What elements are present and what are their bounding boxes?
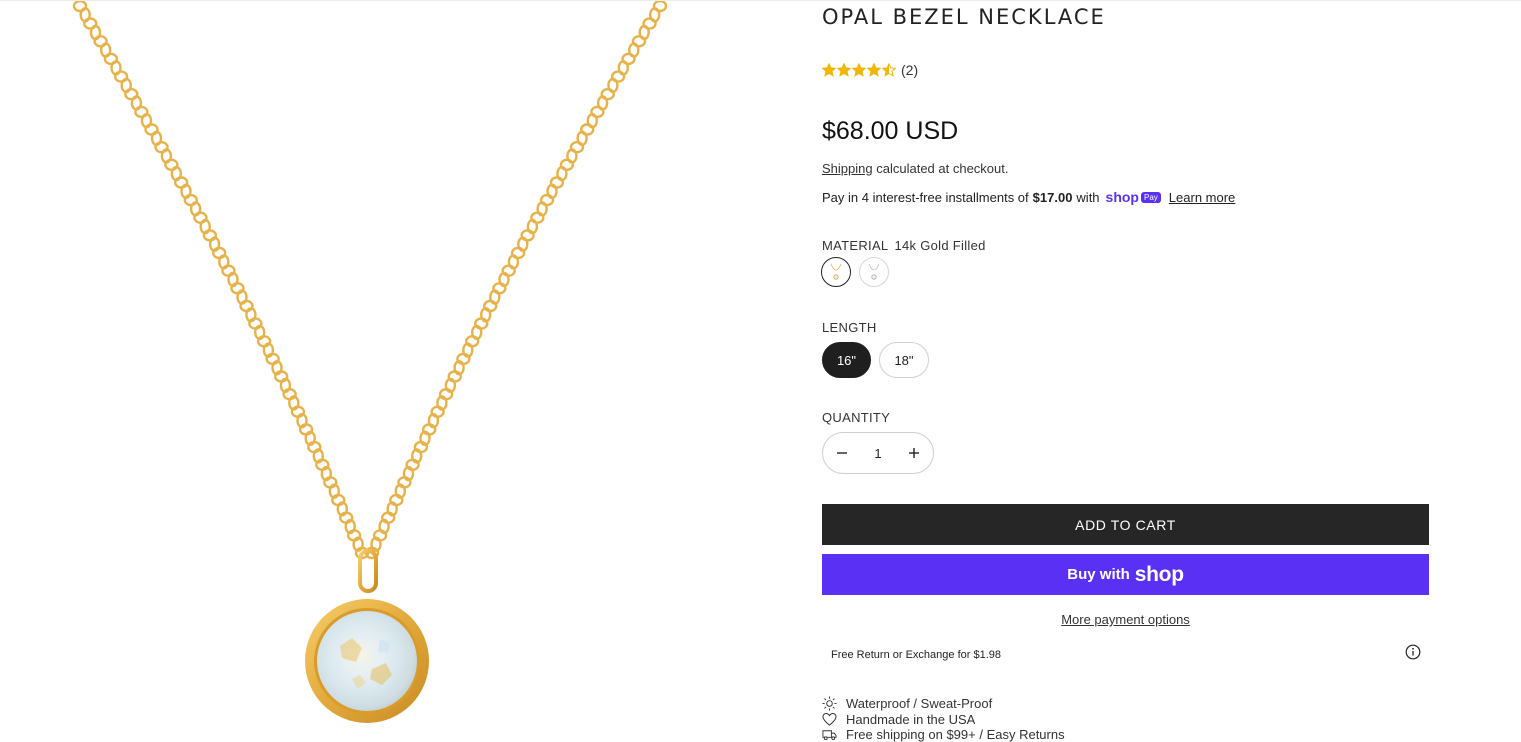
shipping-note: Shipping calculated at checkout.	[822, 161, 1008, 176]
shop-pay-logo: shop	[1105, 189, 1139, 205]
feature-text: Handmade in the USA	[846, 712, 976, 727]
buy-with-label: Buy with	[1067, 566, 1130, 583]
material-label-text: MATERIAL	[822, 238, 889, 253]
minus-icon	[837, 452, 847, 454]
installments-amount: $17.00	[1032, 189, 1073, 205]
pay-badge: Pay	[1141, 191, 1161, 203]
material-selected-value: 14k Gold Filled	[894, 238, 986, 253]
star-full-icon	[867, 63, 881, 77]
quantity-stepper	[822, 432, 934, 474]
star-half-icon	[882, 63, 896, 77]
material-swatch-silver[interactable]	[859, 257, 889, 287]
installments-banner: Pay in 4 interest-free installments of $…	[822, 189, 1235, 205]
feature-waterproof: Waterproof / Sweat-Proof	[822, 696, 992, 711]
silver-necklace-thumb-icon	[868, 263, 880, 280]
truck-icon	[822, 730, 837, 741]
product-image	[0, 1, 780, 738]
shipping-link[interactable]: Shipping	[822, 161, 873, 176]
length-option-16[interactable]: 16"	[822, 342, 871, 378]
heart-icon	[822, 712, 837, 726]
material-swatch-gold[interactable]	[821, 257, 851, 287]
star-full-icon	[822, 63, 836, 77]
star-rating	[822, 63, 896, 77]
buy-with-shop-button[interactable]: Buy with shop	[822, 554, 1429, 595]
quantity-decrease-button[interactable]	[823, 433, 861, 473]
return-exchange-note: Free Return or Exchange for $1.98	[831, 649, 1001, 661]
rating[interactable]: (2)	[822, 62, 918, 78]
add-to-cart-button[interactable]: ADD TO CART	[822, 504, 1429, 545]
review-count[interactable]: (2)	[901, 62, 918, 78]
more-payment-options-link[interactable]: More payment options	[822, 612, 1429, 627]
star-full-icon	[852, 63, 866, 77]
shipping-suffix: calculated at checkout.	[876, 161, 1009, 176]
necklace-image	[72, 1, 668, 723]
feature-free-shipping: Free shipping on $99+ / Easy Returns	[822, 727, 1065, 742]
feature-text: Waterproof / Sweat-Proof	[846, 696, 993, 711]
sun-icon	[822, 696, 837, 711]
installments-with: with	[1076, 189, 1100, 205]
shop-logo: shop	[1134, 562, 1184, 586]
info-icon[interactable]	[1405, 644, 1421, 660]
feature-handmade: Handmade in the USA	[822, 712, 975, 727]
feature-text: Free shipping on $99+ / Easy Returns	[846, 727, 1065, 742]
product-title: OPAL BEZEL NECKLACE	[822, 5, 1106, 29]
price: $68.00 USD	[822, 117, 959, 145]
star-full-icon	[837, 63, 851, 77]
plus-icon	[909, 448, 919, 458]
quantity-label: QUANTITY	[822, 410, 891, 425]
quantity-increase-button[interactable]	[895, 433, 933, 473]
length-option-18[interactable]: 18"	[879, 342, 929, 378]
gold-necklace-thumb-icon	[830, 263, 842, 280]
installments-prefix: Pay in 4 interest-free installments of	[822, 189, 1029, 205]
length-label: LENGTH	[822, 320, 877, 335]
material-label: MATERIAL 14k Gold Filled	[822, 238, 986, 253]
quantity-input[interactable]	[861, 444, 895, 462]
learn-more-link[interactable]: Learn more	[1169, 190, 1235, 205]
